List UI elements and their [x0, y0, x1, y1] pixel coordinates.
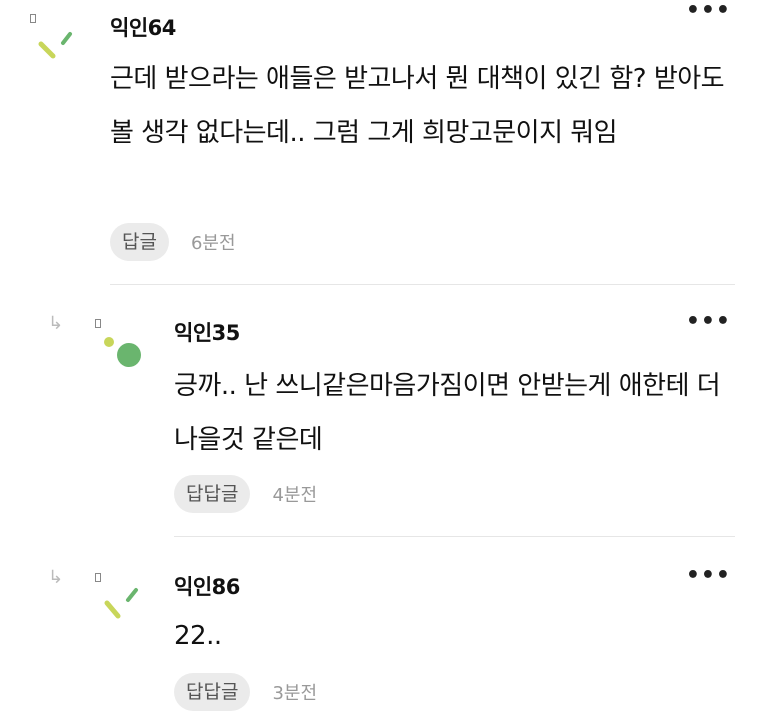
- reply-arrow-icon: ↳: [48, 567, 64, 588]
- reply-button[interactable]: 답답글: [174, 475, 251, 513]
- reply-button[interactable]: 답답글: [174, 673, 251, 711]
- comment-timestamp: 4분전: [272, 485, 318, 506]
- more-options-button[interactable]: •••: [686, 311, 731, 333]
- green-dot-avatar-icon: [104, 337, 141, 367]
- reply-arrow-icon: ↳: [48, 313, 64, 334]
- level-marker-icon: [30, 14, 36, 23]
- comment-body: 긍까.. 난 쓰니같은마음가짐이면 안받는게 애한테 더 나을것 같은데: [174, 371, 721, 455]
- comment-author[interactable]: 익인86: [174, 571, 240, 601]
- comment-timestamp: 3분전: [272, 683, 318, 704]
- comment-actions: 답답글 4분전: [174, 475, 317, 513]
- comment-timestamp: 6분전: [190, 233, 236, 254]
- more-options-button[interactable]: •••: [686, 565, 731, 587]
- level-marker-icon: [95, 573, 101, 582]
- reply-button[interactable]: 답글: [110, 223, 169, 261]
- comment-author[interactable]: 익인64: [110, 12, 176, 42]
- comment-body: 근데 받으라는 애들은 받고나서 뭔 대책이 있긴 함? 받아도 볼 생각 없다…: [110, 64, 725, 148]
- confetti-avatar-icon: [104, 588, 138, 619]
- comment-actions: 답글 6분전: [110, 223, 236, 261]
- level-marker-icon: [95, 319, 101, 328]
- reply-item: ↳ 익인86 ••• 22.. 답답글 3분전: [0, 537, 759, 727]
- more-options-button[interactable]: •••: [686, 0, 731, 22]
- comment-author[interactable]: 익인35: [174, 317, 240, 347]
- reply-item: ↳ 익인35 ••• 긍까.. 난 쓰니같은마음가짐이면 안받는게 애한테 더 …: [0, 285, 759, 537]
- confetti-avatar-icon: [38, 32, 72, 59]
- comment-actions: 답답글 3분전: [174, 673, 317, 711]
- comment-item: 익인64 ••• 근데 받으라는 애들은 받고나서 뭔 대책이 있긴 함? 받아…: [0, 0, 759, 285]
- comment-body: 22..: [174, 621, 222, 651]
